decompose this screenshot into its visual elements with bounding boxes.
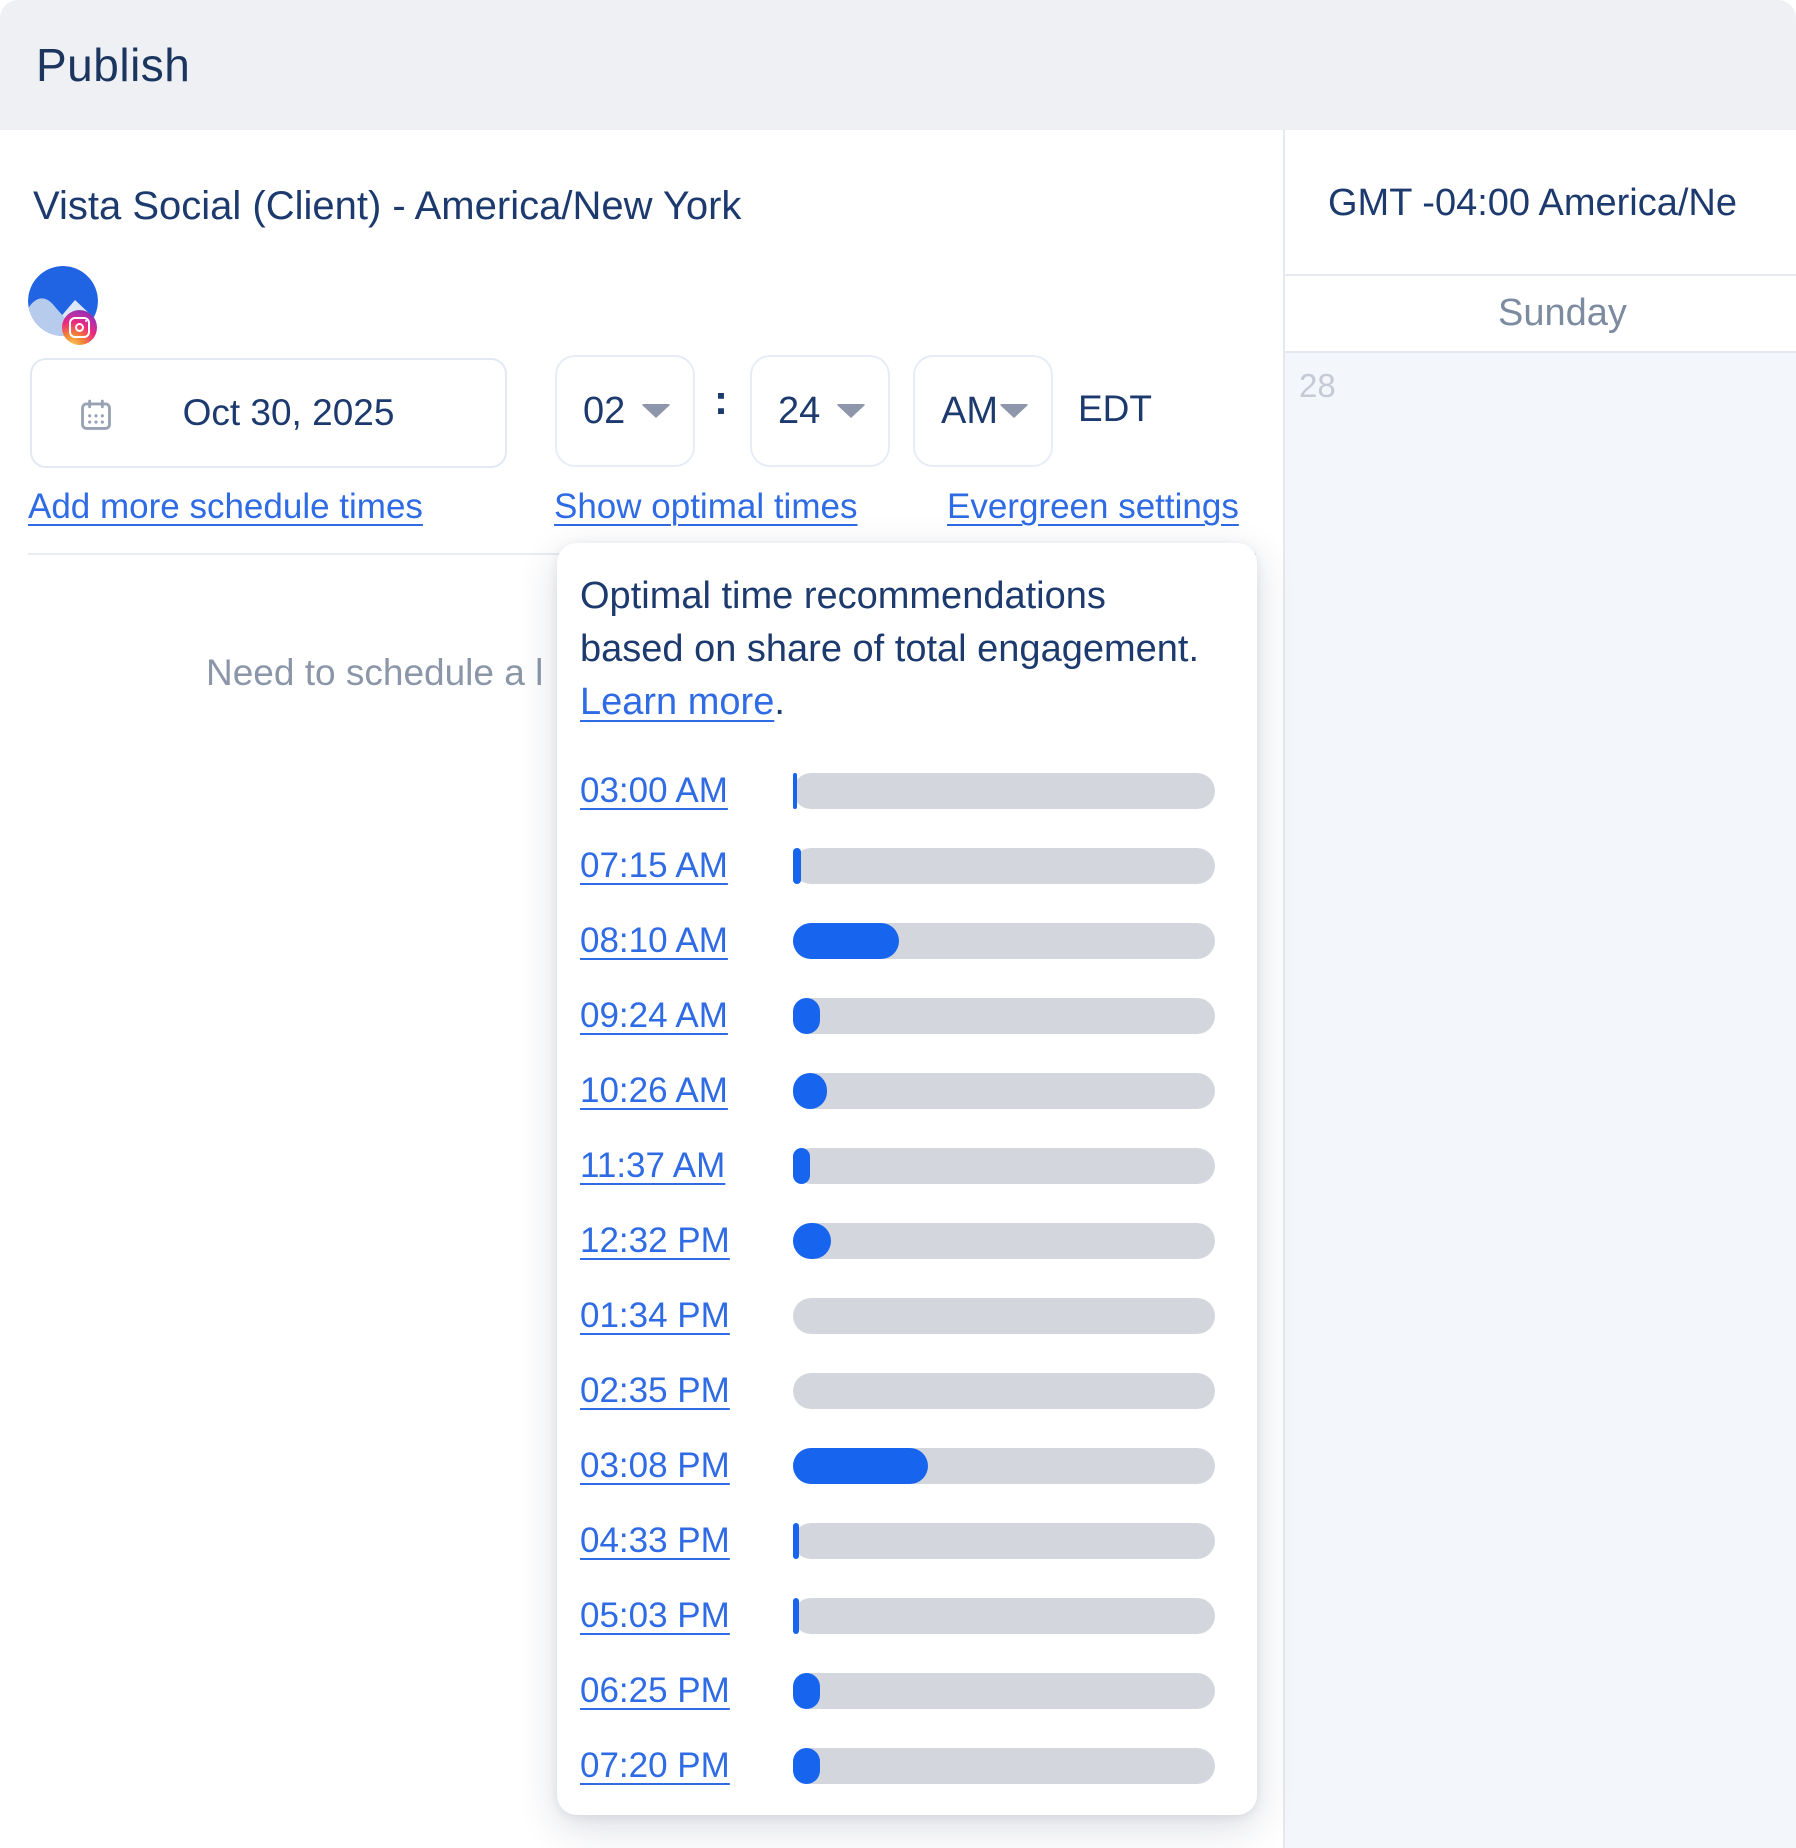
engagement-bar-fill — [793, 1673, 820, 1709]
engagement-bar — [793, 1673, 1215, 1709]
engagement-bar-fill — [793, 1523, 799, 1559]
engagement-bar — [793, 923, 1215, 959]
chevron-down-icon — [641, 404, 671, 418]
minute-value: 24 — [778, 390, 820, 433]
optimal-time-row: 03:08 PM — [557, 1428, 1257, 1503]
engagement-bar — [793, 848, 1215, 884]
engagement-bar — [793, 1073, 1215, 1109]
optimal-time-link[interactable]: 01:34 PM — [580, 1296, 770, 1336]
optimal-time-row: 10:26 AM — [557, 1053, 1257, 1128]
engagement-bar-fill — [793, 923, 899, 959]
profile-name: Vista Social — [33, 184, 241, 228]
optimal-time-row: 09:24 AM — [557, 978, 1257, 1053]
engagement-bar — [793, 1448, 1215, 1484]
engagement-bar-fill — [793, 1598, 799, 1634]
engagement-bar-fill — [793, 1148, 810, 1184]
page-header: Publish — [0, 0, 1796, 130]
optimal-time-link[interactable]: 02:35 PM — [580, 1371, 770, 1411]
calendar-timezone-header: GMT -04:00 America/Ne — [1328, 182, 1796, 225]
date-value: Oct 30, 2025 — [183, 392, 395, 434]
engagement-bar — [793, 1148, 1215, 1184]
engagement-bar-fill — [793, 773, 797, 809]
optimal-times-list: 03:00 AM 07:15 AM 08:10 AM 09:24 AM — [557, 753, 1257, 1803]
page-title: Publish — [36, 38, 190, 92]
optimal-time-link[interactable]: 03:08 PM — [580, 1446, 770, 1486]
time-separator: : — [705, 376, 737, 424]
optimal-time-link[interactable]: 11:37 AM — [580, 1146, 770, 1186]
optimal-time-link[interactable]: 03:00 AM — [580, 771, 770, 811]
engagement-bar — [793, 1298, 1215, 1334]
calendar-icon — [77, 396, 115, 434]
learn-more-link[interactable]: Learn more — [580, 681, 774, 723]
chevron-down-icon — [836, 404, 866, 418]
optimal-times-popover: Optimal time recommendations based on sh… — [557, 543, 1257, 1815]
popover-description-line1: Optimal time recommendations — [580, 570, 1215, 623]
optimal-time-row: 03:00 AM — [557, 753, 1257, 828]
optimal-time-link[interactable]: 07:20 PM — [580, 1746, 770, 1786]
optimal-time-row: 05:03 PM — [557, 1578, 1257, 1653]
engagement-bar — [793, 1223, 1215, 1259]
optimal-time-link[interactable]: 07:15 AM — [580, 846, 770, 886]
engagement-bar-fill — [793, 1223, 831, 1259]
meridiem-value: AM — [941, 390, 998, 433]
engagement-bar — [793, 998, 1215, 1034]
optimal-time-row: 02:35 PM — [557, 1353, 1257, 1428]
optimal-time-row: 07:20 PM — [557, 1728, 1257, 1803]
date-picker[interactable]: Oct 30, 2025 — [30, 358, 507, 468]
engagement-bar-fill — [793, 848, 801, 884]
hour-value: 02 — [583, 390, 625, 433]
engagement-bar-fill — [793, 1748, 820, 1784]
optimal-time-row: 04:33 PM — [557, 1503, 1257, 1578]
optimal-time-link[interactable]: 09:24 AM — [580, 996, 770, 1036]
optimal-time-link[interactable]: 08:10 AM — [580, 921, 770, 961]
profile-timezone: (Client) - America/New York — [241, 184, 741, 228]
engagement-bar — [793, 773, 1215, 809]
minute-select[interactable]: 24 — [750, 355, 890, 467]
show-optimal-times-link[interactable]: Show optimal times — [554, 487, 857, 527]
optimal-time-link[interactable]: 10:26 AM — [580, 1071, 770, 1111]
engagement-bar-fill — [793, 1073, 827, 1109]
optimal-time-row: 01:34 PM — [557, 1278, 1257, 1353]
optimal-time-link[interactable]: 04:33 PM — [580, 1521, 770, 1561]
engagement-bar — [793, 1748, 1215, 1784]
meridiem-select[interactable]: AM — [913, 355, 1053, 467]
optimal-time-row: 07:15 AM — [557, 828, 1257, 903]
instagram-icon — [62, 310, 97, 345]
calendar-day-header: Sunday — [1285, 276, 1796, 351]
optimal-time-row: 06:25 PM — [557, 1653, 1257, 1728]
engagement-bar-fill — [793, 1448, 928, 1484]
learn-more-suffix: . — [774, 681, 785, 723]
optimal-time-row: 11:37 AM — [557, 1128, 1257, 1203]
calendar-day-cell[interactable]: 28 — [1285, 353, 1796, 1848]
profile-title: Vista Social (Client) - America/New York — [33, 184, 741, 229]
hour-select[interactable]: 02 — [555, 355, 695, 467]
popover-description-line2: based on share of total engagement. — [580, 623, 1215, 676]
optimal-time-row: 12:32 PM — [557, 1203, 1257, 1278]
optimal-time-link[interactable]: 05:03 PM — [580, 1596, 770, 1636]
engagement-bar — [793, 1523, 1215, 1559]
empty-state-hint: Need to schedule a l — [206, 652, 543, 694]
popover-description: Optimal time recommendations based on sh… — [580, 570, 1215, 729]
add-more-schedule-times-link[interactable]: Add more schedule times — [28, 487, 423, 527]
evergreen-settings-link[interactable]: Evergreen settings — [947, 487, 1239, 527]
optimal-time-link[interactable]: 06:25 PM — [580, 1671, 770, 1711]
publish-screen: Publish Vista Social (Client) - America/… — [0, 0, 1796, 1848]
calendar-date-number: 28 — [1299, 367, 1336, 405]
optimal-time-row: 08:10 AM — [557, 903, 1257, 978]
panel-divider — [1283, 130, 1285, 1848]
engagement-bar — [793, 1598, 1215, 1634]
timezone-abbr: EDT — [1078, 388, 1152, 430]
engagement-bar-fill — [793, 998, 820, 1034]
optimal-time-link[interactable]: 12:32 PM — [580, 1221, 770, 1261]
chevron-down-icon — [999, 404, 1029, 418]
engagement-bar — [793, 1373, 1215, 1409]
